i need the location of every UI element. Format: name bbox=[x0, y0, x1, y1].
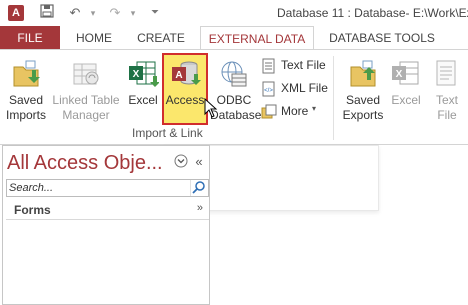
nav-group-forms[interactable]: Forms » bbox=[6, 200, 209, 220]
ribbon-tabs: FILE HOME CREATE EXTERNAL DATA DATABASE … bbox=[0, 26, 468, 50]
export-excel-button[interactable]: X Excel bbox=[388, 50, 424, 128]
import-excel-button[interactable]: X Excel bbox=[124, 50, 162, 128]
saved-imports-label-1: Saved bbox=[8, 93, 44, 107]
tab-create[interactable]: CREATE bbox=[130, 26, 192, 50]
export-excel-label: Excel bbox=[391, 93, 421, 107]
svg-text:X: X bbox=[133, 69, 140, 80]
shutter-bar-close-icon[interactable]: « bbox=[191, 154, 207, 170]
export-excel-icon: X bbox=[392, 61, 419, 85]
export-text-file-icon bbox=[436, 60, 456, 86]
text-file-label: Text File bbox=[281, 58, 326, 72]
access-app-icon[interactable]: A bbox=[8, 5, 24, 21]
saved-imports-button[interactable]: Saved Imports bbox=[4, 50, 48, 128]
text-file-icon bbox=[262, 58, 275, 74]
svg-text:X: X bbox=[396, 69, 403, 80]
excel-icon: X bbox=[129, 61, 159, 87]
tab-home[interactable]: HOME bbox=[66, 26, 122, 50]
linked-table-manager-label-2: Manager bbox=[62, 108, 110, 122]
export-text-file-button[interactable]: Text File bbox=[428, 50, 466, 128]
nav-group-forms-label: Forms bbox=[14, 203, 51, 217]
nav-search-input[interactable] bbox=[9, 181, 189, 195]
xml-file-label: XML File bbox=[281, 81, 328, 95]
export-text-file-label-2: File bbox=[437, 108, 457, 122]
navigation-pane: All Access Obje... « Forms » bbox=[2, 145, 210, 305]
customize-qat-icon[interactable]: ⏷ bbox=[146, 4, 164, 22]
linked-table-manager-label-1: Linked Table bbox=[52, 93, 120, 107]
tab-file[interactable]: FILE bbox=[0, 26, 60, 50]
svg-text:</>: </> bbox=[264, 88, 273, 94]
import-text-file-button[interactable]: Text File bbox=[261, 56, 331, 76]
more-icon bbox=[261, 104, 277, 119]
saved-exports-icon bbox=[350, 60, 376, 87]
import-xml-file-button[interactable]: </> XML File bbox=[261, 79, 331, 99]
search-icon[interactable] bbox=[190, 180, 208, 196]
redo-icon[interactable]: ↷ bbox=[106, 4, 124, 22]
undo-dropdown-icon[interactable]: ▾ bbox=[84, 4, 102, 22]
saved-exports-label-1: Saved bbox=[345, 93, 381, 107]
import-more-button[interactable]: More ▾ bbox=[261, 102, 331, 122]
export-text-file-label-1: Text bbox=[435, 93, 458, 107]
nav-search-box bbox=[6, 179, 209, 197]
nav-pane-title[interactable]: All Access Obje... bbox=[7, 152, 163, 175]
import-access-button[interactable]: A Access bbox=[163, 50, 207, 128]
xml-file-icon: </> bbox=[262, 81, 275, 97]
mouse-cursor-icon bbox=[204, 98, 218, 118]
undo-icon[interactable]: ↶ bbox=[66, 4, 84, 22]
more-label: More bbox=[281, 104, 309, 118]
saved-imports-label-2: Imports bbox=[5, 108, 46, 122]
saved-exports-label-2: Exports bbox=[342, 108, 384, 122]
import-excel-label: Excel bbox=[128, 93, 158, 107]
import-link-group-label: Import & Link bbox=[132, 126, 203, 140]
svg-text:A: A bbox=[175, 70, 182, 81]
redo-dropdown-icon[interactable]: ▾ bbox=[124, 4, 142, 22]
access-icon: A bbox=[172, 61, 201, 85]
window-title: Database 11 : Database- E:\Work\Exc bbox=[277, 6, 468, 20]
saved-exports-button[interactable]: Saved Exports bbox=[340, 50, 386, 128]
tab-database-tools[interactable]: DATABASE TOOLS bbox=[322, 26, 442, 50]
ribbon: Saved Imports Linked Table Manager X Exc… bbox=[0, 49, 468, 145]
more-dropdown-icon: ▾ bbox=[312, 104, 317, 113]
import-access-label: Access bbox=[165, 93, 205, 107]
save-icon[interactable] bbox=[38, 4, 56, 22]
nav-pane-menu-icon[interactable] bbox=[173, 154, 189, 170]
tab-external-data[interactable]: EXTERNAL DATA bbox=[200, 26, 314, 50]
odbc-database-icon bbox=[221, 61, 247, 87]
linked-table-manager-icon bbox=[73, 63, 99, 85]
group-separator bbox=[333, 56, 334, 140]
saved-imports-icon bbox=[13, 60, 40, 87]
linked-table-manager-button[interactable]: Linked Table Manager bbox=[50, 50, 122, 128]
title-bar: A ↶ ▾ ↷ ▾ ⏷ Database 11 : Database- E:\W… bbox=[0, 0, 468, 26]
collapse-group-icon[interactable]: » bbox=[197, 202, 203, 214]
